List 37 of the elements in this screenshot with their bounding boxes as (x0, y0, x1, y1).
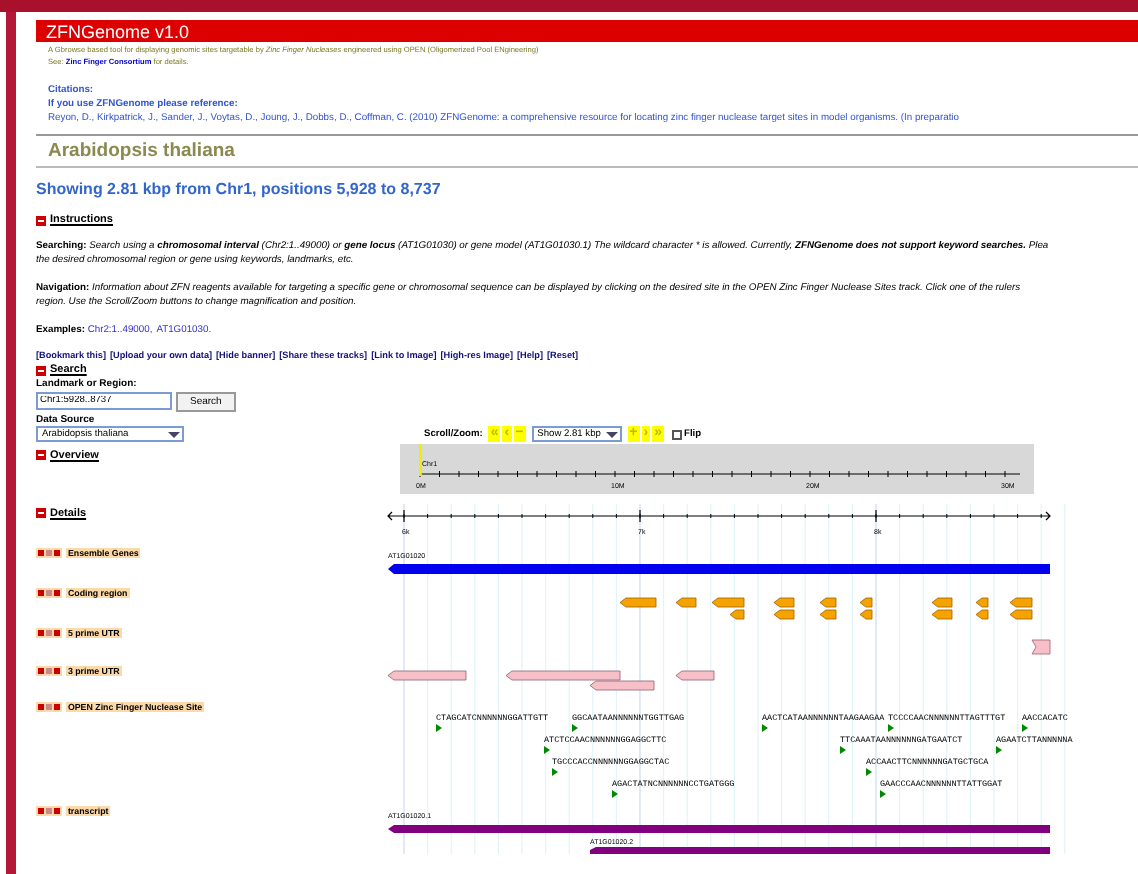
coding-feature[interactable] (1009, 597, 1033, 608)
coding-feature[interactable] (931, 609, 953, 620)
details-ruler[interactable] (387, 509, 1051, 523)
utr-feature[interactable] (1031, 639, 1051, 655)
site-marker[interactable] (552, 768, 558, 776)
site-marker[interactable] (996, 746, 1002, 754)
utr-feature[interactable] (387, 670, 467, 681)
coding-feature[interactable] (1009, 609, 1033, 620)
app-title: ZFNGenome v1.0 (46, 21, 190, 41)
collapse-icon[interactable] (36, 450, 46, 460)
site-marker[interactable] (544, 746, 550, 754)
site-marker[interactable] (572, 724, 578, 732)
site-marker[interactable] (762, 724, 768, 732)
coding-feature[interactable] (773, 609, 795, 620)
site-marker[interactable] (866, 768, 872, 776)
dropdown-icon (605, 429, 618, 439)
showing-heading: Showing 2.81 kbp from Chr1, positions 5,928 to 8,737 (36, 180, 443, 198)
site-marker[interactable] (840, 746, 846, 754)
site-marker[interactable] (436, 724, 442, 732)
utr-feature[interactable] (505, 670, 621, 681)
site-marker[interactable] (612, 790, 618, 798)
flip-checkbox[interactable] (672, 429, 683, 439)
dropdown-icon (168, 429, 180, 439)
utr-feature[interactable] (675, 670, 715, 681)
coding-feature[interactable] (619, 597, 657, 608)
site-marker[interactable] (888, 724, 894, 732)
coding-feature[interactable] (931, 597, 953, 608)
site-marker[interactable] (1022, 724, 1028, 732)
collapse-icon[interactable] (36, 215, 46, 225)
utr-feature[interactable] (589, 680, 655, 691)
organism-heading: Arabidopsis thaliana (36, 134, 1138, 168)
overview-ruler[interactable] (400, 444, 1034, 494)
coding-feature[interactable] (675, 597, 697, 608)
site-marker[interactable] (880, 790, 886, 798)
collapse-icon[interactable] (36, 365, 46, 375)
coding-feature[interactable] (773, 597, 795, 608)
collapse-icon[interactable] (36, 508, 46, 518)
